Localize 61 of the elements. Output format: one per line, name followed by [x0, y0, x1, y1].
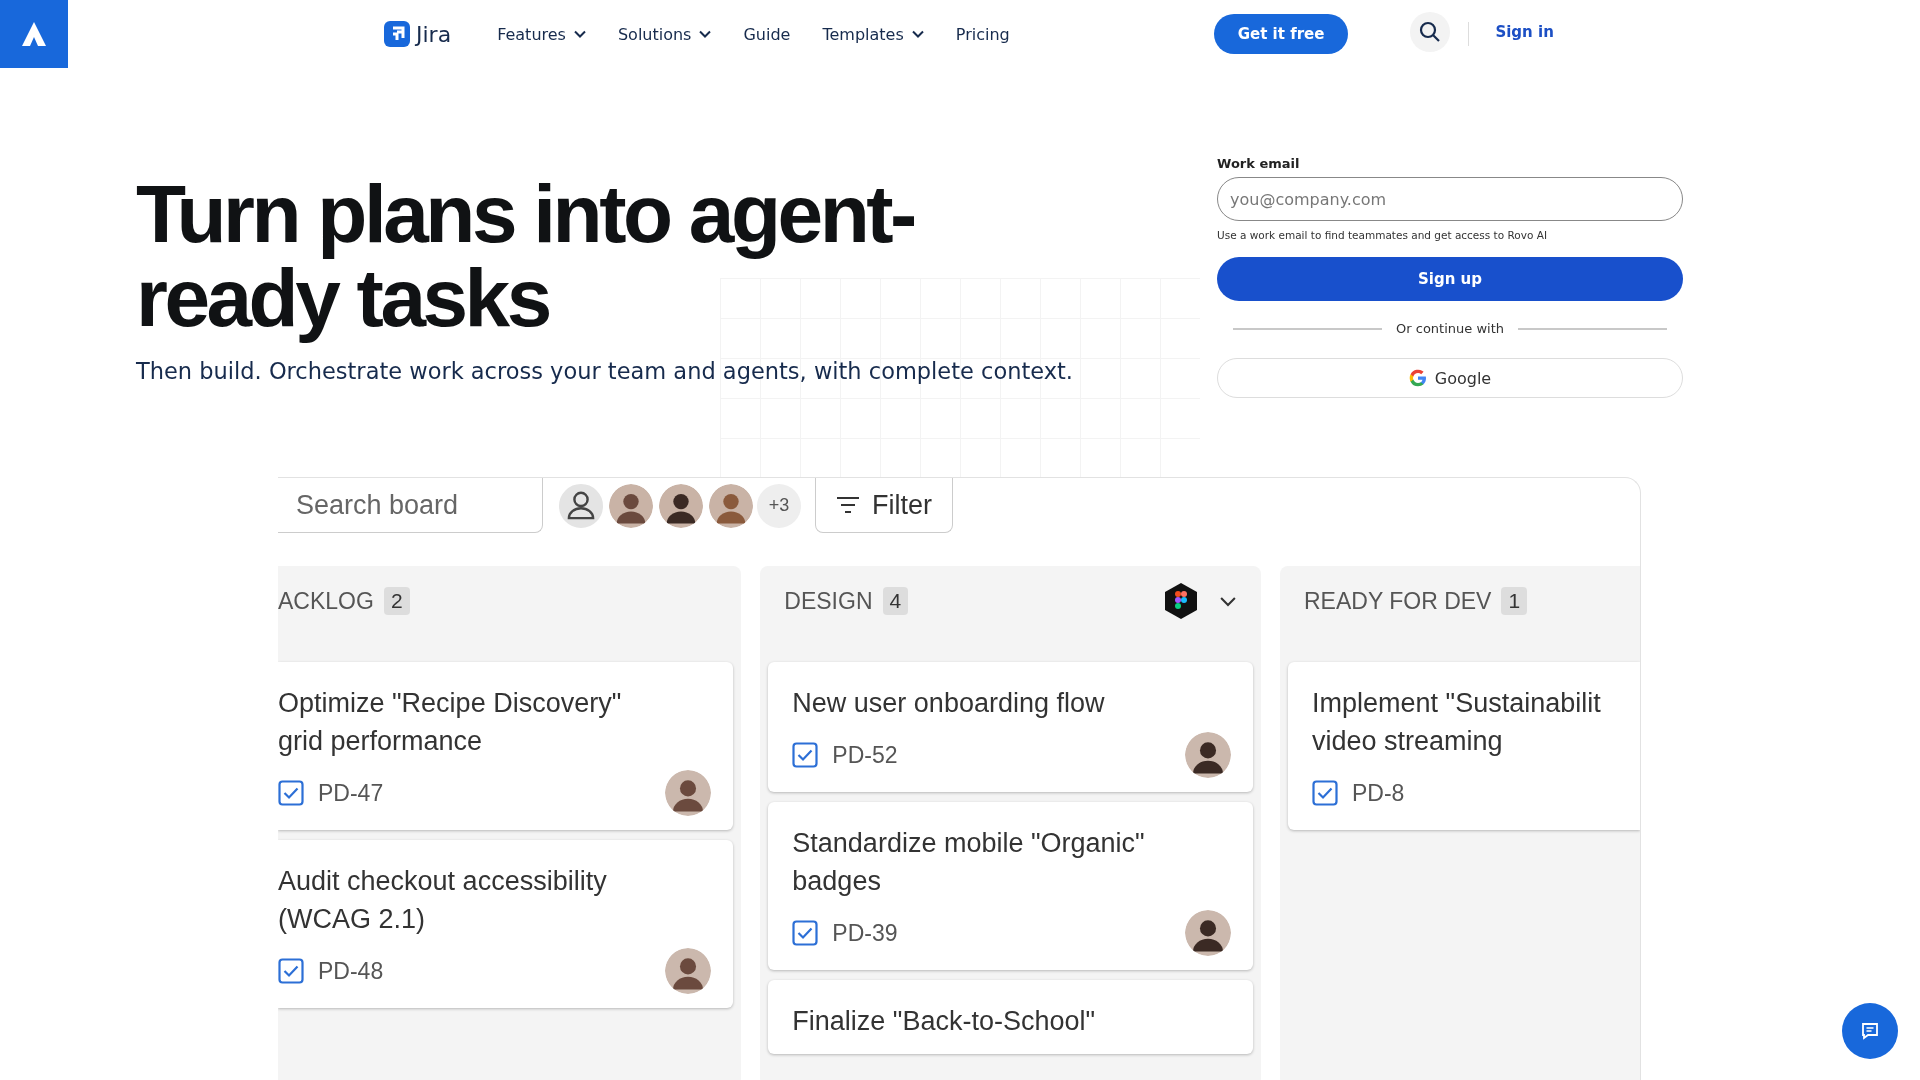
triangle-logo-icon[interactable]: [0, 0, 68, 68]
issue-key: PD-39: [832, 919, 898, 947]
person-avatar[interactable]: [665, 948, 712, 994]
get-it-free-button[interactable]: Get it free: [1213, 14, 1349, 54]
person-avatar[interactable]: [1185, 910, 1231, 956]
filter-button[interactable]: Filter: [815, 478, 953, 533]
issue-key: PD-52: [832, 741, 898, 769]
task-card[interactable]: Standardize mobile "Organic" badges PD-39: [768, 802, 1253, 970]
card-title: New user onboarding flow: [792, 687, 1106, 720]
sign-in-link[interactable]: Sign in: [1495, 23, 1554, 41]
nav-link[interactable]: Features: [497, 24, 586, 44]
issue-key: PD-48: [318, 957, 384, 985]
card-title: Standardize mobile "Organic" badges: [792, 827, 1146, 898]
email-field[interactable]: you@company.com: [1217, 177, 1683, 221]
helper-text: Use a work email to find teammates and get access to Rovo AI: [1217, 229, 1548, 241]
product-name[interactable]: Jira: [416, 21, 452, 47]
person-avatar[interactable]: [1185, 732, 1231, 778]
filter-icon: [836, 495, 860, 515]
checkbox-tick-icon: [792, 742, 819, 768]
card-title: Optimize "Recipe Discovery" grid performance: [278, 687, 623, 758]
person-avatar[interactable]: [607, 481, 655, 530]
count-badge: 2: [383, 587, 410, 615]
task-card[interactable]: Finalize "Back-to-School": [768, 980, 1253, 1054]
person-avatar[interactable]: [665, 770, 712, 816]
nav-link[interactable]: Solutions: [617, 24, 712, 44]
task-card[interactable]: New user onboarding flow PD-52: [768, 662, 1253, 792]
chevron-down-icon[interactable]: [1219, 595, 1237, 607]
google-button[interactable]: Google: [1217, 358, 1683, 398]
field-label: Work email: [1217, 156, 1301, 171]
nav-link[interactable]: Pricing: [955, 24, 1010, 44]
column-title: DESIGN: [784, 587, 873, 615]
card-title: Finalize "Back-to-School": [792, 1005, 1097, 1038]
person-avatar[interactable]: [707, 481, 755, 530]
task-card[interactable]: Optimize "Recipe Discovery" grid performance PD-47: [278, 662, 734, 830]
sign-up-button[interactable]: Sign up: [1217, 257, 1683, 301]
person-avatar[interactable]: [657, 481, 705, 530]
task-card[interactable]: Audit checkout accessibility (WCAG 2.1) PD-48: [278, 840, 734, 1008]
card-title: Implement "Sustainabilit video streaming: [1312, 687, 1602, 758]
more-members-count[interactable]: +3: [757, 483, 801, 528]
issue-key: PD-8: [1352, 779, 1405, 807]
issue-key: PD-47: [318, 779, 384, 807]
checkbox-tick-icon: [1312, 780, 1338, 806]
column-title: READY FOR DEV: [1304, 587, 1492, 615]
column-title: ACKLOG: [278, 587, 374, 615]
google-g-icon: [1408, 369, 1427, 387]
card-title: Audit checkout accessibility (WCAG 2.1): [278, 865, 608, 936]
checkbox-tick-icon: [278, 958, 304, 984]
count-badge: 4: [882, 587, 909, 615]
hexagon-app-icon[interactable]: [1163, 582, 1199, 620]
divider-text: Or continue with: [1396, 321, 1504, 336]
hero-subtitle: Then build. Orchestrate work across your team and agents, with complete context.: [136, 358, 1074, 384]
count-badge: 1: [1501, 587, 1528, 615]
search-icon[interactable]: [1410, 12, 1451, 52]
nav-link[interactable]: Templates: [822, 24, 924, 44]
task-card[interactable]: Implement "Sustainabilit video streaming PD-8: [1288, 662, 1640, 830]
checkbox-tick-icon: [792, 920, 819, 946]
chat-icon[interactable]: [1842, 1003, 1898, 1059]
checkbox-tick-icon: [278, 780, 304, 806]
nav-link[interactable]: Guide: [743, 24, 791, 44]
search-board-field[interactable]: Search board: [278, 478, 543, 533]
product-logo-icon[interactable]: [384, 21, 410, 47]
